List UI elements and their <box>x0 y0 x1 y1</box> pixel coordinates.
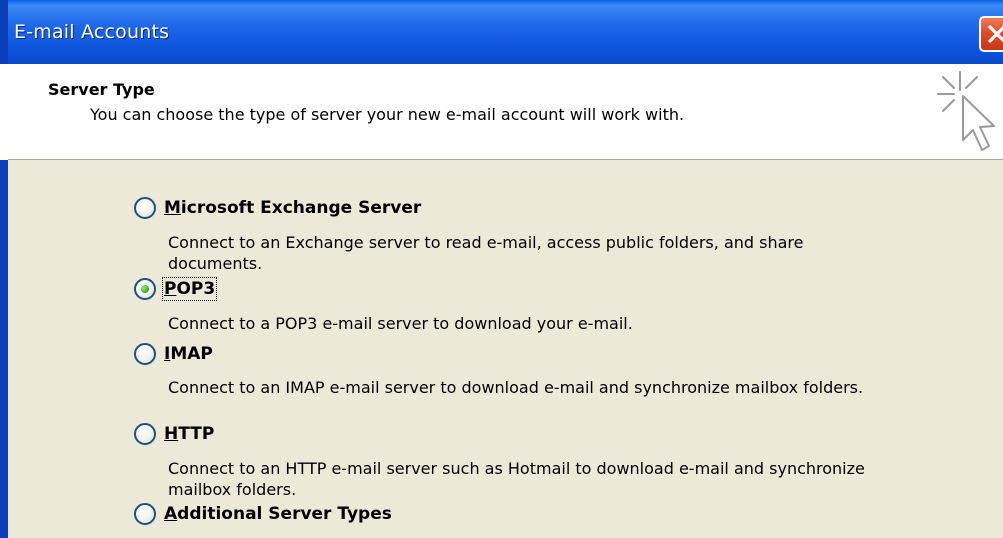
http-access-key: H <box>164 424 179 444</box>
http-description: Connect to an HTTP e-mail server such as… <box>168 459 865 499</box>
exchange-label: Microsoft Exchange Server <box>164 198 421 218</box>
imap-description: Connect to an IMAP e-mail server to down… <box>168 378 864 397</box>
additional-access-key: A <box>164 504 178 524</box>
close-icon <box>988 25 1003 43</box>
pop3-label-text: OP3 <box>176 279 216 299</box>
additional-server-types-label: Additional Server Types <box>164 504 392 524</box>
email-accounts-dialog: E-mail Accounts Server Type You can choo… <box>0 0 1003 538</box>
pop3-label: POP3 <box>161 277 218 301</box>
header-title: Server Type <box>48 80 155 99</box>
title-bar[interactable]: E-mail Accounts <box>0 0 1003 64</box>
additional-label-text: dditional Server Types <box>177 504 392 524</box>
pop3-access-key: P <box>164 279 177 299</box>
pop3-radio-option[interactable]: POP3 <box>134 277 218 301</box>
exchange-label-text: icrosoft Exchange Server <box>180 198 422 218</box>
http-radio[interactable] <box>134 423 156 445</box>
window-title: E-mail Accounts <box>14 21 170 43</box>
additional-server-types-radio[interactable] <box>134 503 156 525</box>
imap-radio-option[interactable]: IMAP <box>134 343 213 365</box>
imap-label: IMAP <box>164 344 213 364</box>
imap-radio[interactable] <box>134 343 156 365</box>
pop3-radio[interactable] <box>134 278 156 300</box>
additional-server-types-radio-option[interactable]: Additional Server Types <box>134 503 392 525</box>
exchange-radio[interactable] <box>134 197 156 219</box>
server-type-options: Microsoft Exchange Server Connect to an … <box>0 160 1003 538</box>
http-label: HTTP <box>164 424 214 444</box>
exchange-description: Connect to an Exchange server to read e-… <box>168 233 804 273</box>
exchange-access-key: M <box>164 198 181 218</box>
close-button[interactable] <box>979 16 1003 52</box>
header-description: You can choose the type of server your n… <box>90 105 685 124</box>
exchange-radio-option[interactable]: Microsoft Exchange Server <box>134 197 421 219</box>
pop3-description: Connect to a POP3 e-mail server to downl… <box>168 314 633 333</box>
wizard-header: Server Type You can choose the type of s… <box>8 64 1003 160</box>
imap-label-text: MAP <box>170 344 213 364</box>
cursor-sparkle-icon <box>937 71 995 151</box>
http-label-text: TTP <box>178 424 215 444</box>
http-radio-option[interactable]: HTTP <box>134 423 214 445</box>
